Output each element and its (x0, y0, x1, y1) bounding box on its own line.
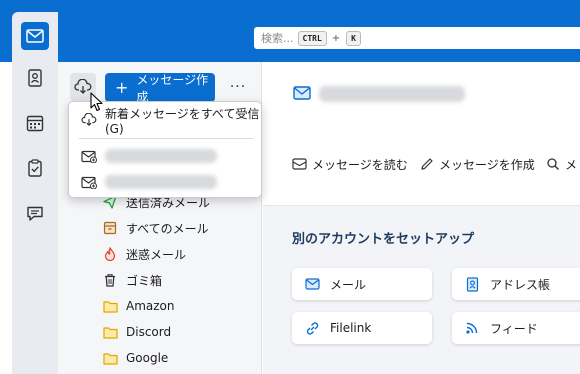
folder-label: Google (126, 351, 169, 365)
mouse-cursor-icon (90, 92, 103, 112)
folder-item-discord[interactable]: Discord (102, 321, 171, 343)
folder-label: 迷惑メール (126, 247, 187, 262)
setup-feed-card[interactable]: フィード (452, 312, 580, 344)
account-name-redacted (105, 149, 217, 163)
setup-address-book-card[interactable]: アドレス帳 (452, 268, 580, 300)
rss-icon (464, 321, 480, 335)
folder-label: Amazon (126, 299, 175, 313)
address-book-icon (464, 276, 480, 292)
account-mail-icon (81, 150, 97, 163)
compose-button[interactable]: + メッセージ作成 (105, 72, 215, 104)
account-name-redacted (105, 175, 217, 189)
pencil-icon (420, 157, 434, 171)
setup-title: 別のアカウントをセットアップ (292, 232, 475, 247)
card-label: アドレス帳 (490, 277, 551, 292)
shortcut-key-ctrl: CTRL (297, 30, 327, 46)
shortcut-plus: + (331, 32, 341, 44)
read-messages-action[interactable]: メッセージを読む (292, 155, 408, 173)
link-icon (304, 321, 320, 336)
compose-label: メッセージ作成 (136, 72, 209, 104)
setup-filelink-card[interactable]: Filelink (292, 312, 432, 344)
space-calendar-button[interactable] (21, 109, 49, 137)
account-item-2[interactable] (81, 172, 217, 192)
account-item-1[interactable] (81, 146, 217, 166)
menu-item-label: 新着メッセージをすべて受信(G) (105, 106, 260, 136)
mail-icon (304, 278, 320, 290)
folder-icon (102, 324, 118, 340)
archive-icon (102, 220, 118, 236)
folder-item-amazon[interactable]: Amazon (102, 295, 175, 317)
action-label: メ (565, 157, 578, 172)
mail-icon (26, 29, 44, 43)
account-header (263, 62, 580, 122)
tasks-icon (28, 159, 42, 177)
search-icon (546, 157, 560, 171)
space-tasks-button[interactable] (21, 154, 49, 182)
folder-label: すべてのメール (126, 221, 209, 236)
calendar-icon (26, 115, 44, 132)
spaces-toolbar (12, 12, 58, 374)
account-mail-icon (81, 176, 97, 189)
account-name-redacted (319, 86, 465, 102)
get-messages-menu: 新着メッセージをすべて受信(G) (68, 101, 262, 198)
read-icon (292, 157, 307, 171)
search-box[interactable]: 検索... CTRL + K (254, 27, 580, 49)
space-mail-button[interactable] (21, 22, 49, 50)
search-placeholder: 検索... (261, 32, 294, 45)
trash-icon (102, 272, 118, 288)
folder-icon (102, 350, 118, 366)
menu-separator (79, 138, 253, 139)
folder-item-junk[interactable]: 迷惑メール (102, 243, 186, 265)
card-label: Filelink (330, 321, 372, 335)
folder-item-google[interactable]: Google (102, 347, 168, 369)
space-address-book-button[interactable] (21, 64, 49, 92)
write-message-action[interactable]: メッセージを作成 (420, 155, 535, 173)
action-label: メッセージを読む (312, 157, 408, 172)
shortcut-key-k: K (346, 30, 361, 46)
more-options-button[interactable]: ··· (224, 73, 252, 101)
folder-item-trash[interactable]: ゴミ箱 (102, 269, 162, 291)
plus-icon: + (115, 77, 129, 97)
setup-mail-card[interactable]: メール (292, 268, 432, 300)
folder-label: ゴミ箱 (126, 273, 163, 288)
folder-label: Discord (126, 325, 172, 339)
card-label: メール (330, 277, 367, 292)
folder-item-all-mail[interactable]: すべてのメール (102, 217, 209, 239)
get-all-messages-item[interactable]: 新着メッセージをすべて受信(G) (81, 107, 261, 136)
address-book-icon (28, 69, 42, 87)
chat-icon (27, 206, 43, 221)
cloud-download-icon (81, 113, 97, 127)
junk-icon (102, 246, 118, 262)
space-chat-button[interactable] (21, 199, 49, 227)
card-label: フィード (490, 321, 538, 336)
folder-icon (102, 298, 118, 314)
mail-icon (293, 86, 311, 100)
action-label: メッセージを作成 (439, 157, 535, 172)
search-messages-action[interactable]: メ (546, 155, 577, 173)
